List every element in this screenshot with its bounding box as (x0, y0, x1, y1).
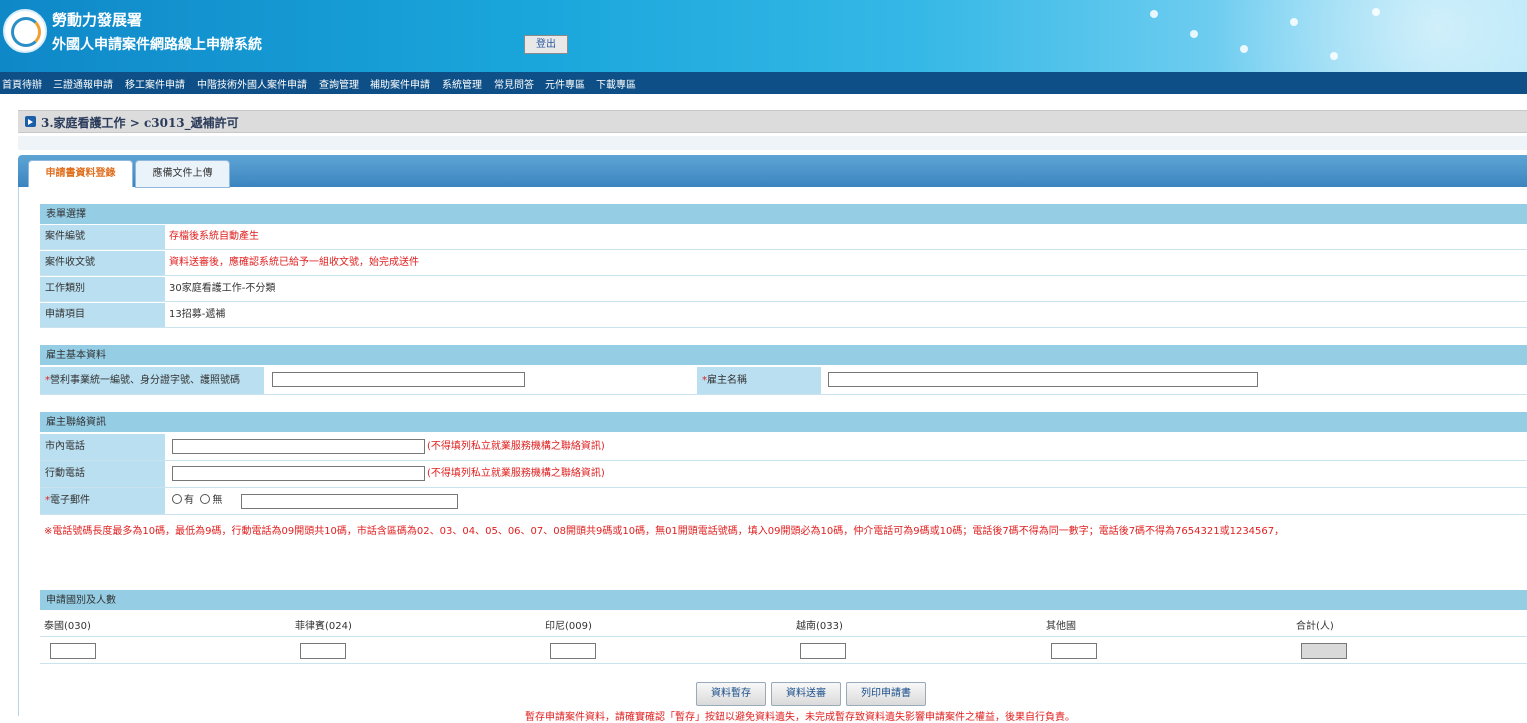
agency-logo (3, 9, 47, 53)
logout-button[interactable]: 登出 (524, 35, 568, 54)
radio-yes[interactable] (172, 494, 182, 504)
nav-item-subsidy[interactable]: 補助案件申請 (370, 76, 430, 91)
nat-thailand-label: 泰國(030) (44, 621, 91, 632)
nav-item-report[interactable]: 三證通報申請 (53, 76, 113, 91)
phone-rule-note: ※電話號碼長度最多為10碼，最低為9碼，行動電話為09開頭共10碼，市話含區碼為… (44, 526, 1285, 537)
org-name: 勞動力發展署 (52, 11, 143, 29)
nav-item-query[interactable]: 查詢管理 (319, 76, 359, 91)
receipt-number-label: 案件收文號 (40, 251, 165, 275)
phone-hint: (不得填列私立就業服務機構之聯絡資訊) (427, 441, 605, 452)
header-network-graphic (1067, 0, 1527, 72)
divider (40, 636, 1527, 637)
nat-vietnam-input[interactable] (800, 643, 846, 659)
network-node-icon (1372, 8, 1380, 16)
nav-item-components[interactable]: 元件專區 (545, 76, 585, 91)
nav-item-faq[interactable]: 常見問答 (494, 76, 534, 91)
section-nationality: 申請國別及人數 (40, 590, 1527, 610)
breadcrumb-text: 3.家庭看護工作 > c3013_遞補許可 (41, 116, 239, 130)
section-title: 雇主基本資料 (46, 350, 106, 361)
breadcrumb: 3.家庭看護工作 > c3013_遞補許可 (18, 110, 1527, 133)
section-title: 表單選擇 (46, 209, 86, 220)
mobile-input[interactable] (172, 466, 425, 481)
email-input[interactable] (241, 494, 458, 509)
case-number-value: 存檔後系統自動產生 (169, 231, 259, 242)
row-mobile: 行動電話 (不得填列私立就業服務機構之聯絡資訊) (40, 461, 1527, 488)
row-job-category: 工作類別 30家庭看護工作-不分類 (40, 277, 1527, 302)
row-application-item: 申請項目 13招募-遞補 (40, 303, 1527, 328)
nat-other-input[interactable] (1051, 643, 1097, 659)
employer-name-label: *雇主名稱 (697, 367, 821, 394)
employer-id-label: *營利事業統一編號、身分證字號、護照號碼 (40, 367, 264, 394)
system-name: 外國人申請案件網路線上申辦系統 (52, 37, 262, 53)
application-item-label: 申請項目 (40, 303, 165, 327)
row-case-number: 案件編號 存檔後系統自動產生 (40, 225, 1527, 250)
print-application-button[interactable]: 列印申請書 (846, 682, 926, 706)
nat-vietnam-label: 越南(033) (796, 621, 843, 632)
email-label: *電子郵件 (40, 488, 165, 514)
nav-item-system[interactable]: 系統管理 (442, 76, 482, 91)
radio-no[interactable] (200, 494, 211, 504)
row-phone: 市內電話 (不得填列私立就業服務機構之聯絡資訊) (40, 434, 1527, 461)
network-node-icon (1290, 18, 1298, 26)
phone-label: 市內電話 (40, 434, 165, 460)
nav-item-home[interactable]: 首頁待辦 (2, 76, 42, 91)
section-title: 申請國別及人數 (46, 595, 116, 606)
spacer-band (18, 136, 1527, 150)
row-email: *電子郵件 有 無 (40, 488, 1527, 515)
nat-other-label: 其他國 (1046, 621, 1076, 632)
nat-total-input (1301, 643, 1347, 659)
section-form-select: 表單選擇 (40, 204, 1527, 224)
network-node-icon (1150, 10, 1158, 18)
nav-item-migrant[interactable]: 移工案件申請 (125, 76, 185, 91)
nav-item-midlevel[interactable]: 中階技術外國人案件申請 (197, 76, 307, 91)
save-draft-button[interactable]: 資料暫存 (696, 682, 766, 706)
nat-philippines-input[interactable] (300, 643, 346, 659)
employer-id-input[interactable] (272, 372, 525, 387)
nat-philippines-label: 菲律賓(024) (295, 621, 352, 632)
section-contact: 雇主聯絡資訊 (40, 412, 1527, 432)
main-nav: 首頁待辦 三證通報申請 移工案件申請 中階技術外國人案件申請 查詢管理 補助案件… (0, 72, 1527, 94)
receipt-number-value: 資料送審後，應確認系統已給予一組收文號，始完成送件 (169, 257, 419, 268)
network-node-icon (1330, 52, 1338, 60)
application-item-value: 13招募-遞補 (169, 309, 226, 320)
network-node-icon (1190, 30, 1198, 38)
email-radio-group: 有 無 (172, 488, 222, 514)
nat-indonesia-label: 印尼(009) (545, 621, 592, 632)
row-receipt-number: 案件收文號 資料送審後，應確認系統已給予一組收文號，始完成送件 (40, 251, 1527, 276)
site-header: 勞動力發展署 外國人申請案件網路線上申辦系統 登出 (0, 0, 1527, 72)
nat-indonesia-input[interactable] (550, 643, 596, 659)
phone-input[interactable] (172, 439, 425, 454)
employer-name-input[interactable] (828, 372, 1258, 387)
section-employer: 雇主基本資料 (40, 345, 1527, 365)
job-category-value: 30家庭看護工作-不分類 (169, 283, 276, 294)
mobile-hint: (不得填列私立就業服務機構之聯絡資訊) (427, 468, 605, 479)
row-employer: *營利事業統一編號、身分證字號、護照號碼 *雇主名稱 (40, 367, 1527, 395)
tab-bar (18, 155, 1527, 187)
network-node-icon (1240, 45, 1248, 53)
tab-application-data[interactable]: 申請書資料登錄 (28, 160, 133, 187)
arrow-right-icon (25, 116, 36, 127)
tab-document-upload[interactable]: 應備文件上傳 (135, 160, 230, 188)
mobile-label: 行動電話 (40, 461, 165, 487)
submit-review-button[interactable]: 資料送審 (771, 682, 841, 706)
job-category-label: 工作類別 (40, 277, 165, 301)
case-number-label: 案件編號 (40, 225, 165, 249)
section-title: 雇主聯絡資訊 (46, 417, 106, 428)
nav-item-download[interactable]: 下載專區 (596, 76, 636, 91)
nat-total-label: 合計(人) (1296, 621, 1334, 632)
nat-thailand-input[interactable] (50, 643, 96, 659)
